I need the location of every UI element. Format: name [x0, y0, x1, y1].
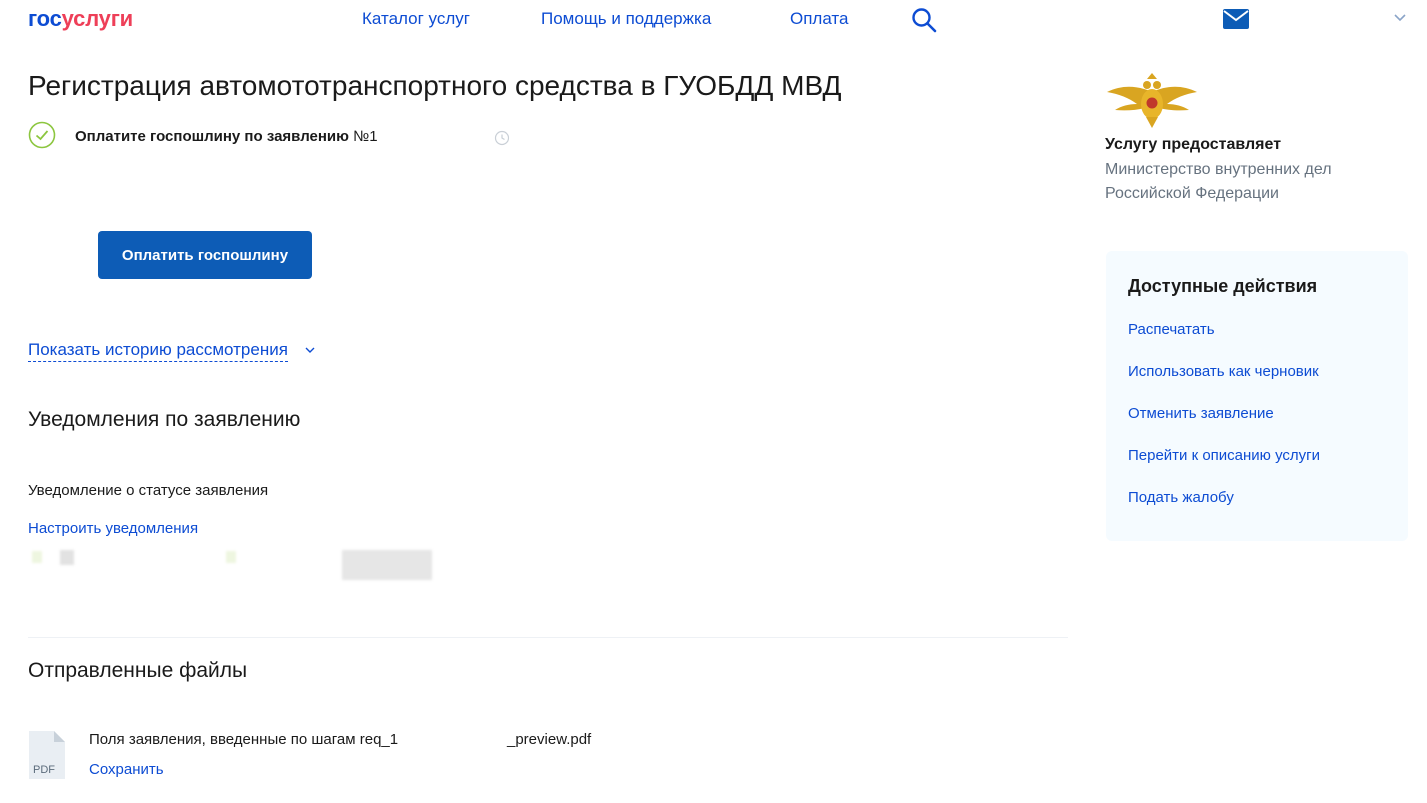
redacted-block: [226, 551, 236, 563]
provider-name: Министерство внутренних дел Российской Ф…: [1105, 161, 1332, 202]
sent-files-heading: Отправленные файлы: [28, 659, 248, 682]
check-circle-icon: [28, 121, 56, 149]
emblem-icon: [1107, 73, 1197, 128]
nav-payment[interactable]: Оплата: [790, 9, 848, 29]
nav-catalog[interactable]: Каталог услуг: [362, 9, 470, 29]
pdf-type-label: PDF: [33, 764, 55, 776]
logo-uslugi-text: услуги: [61, 6, 134, 31]
save-file-link[interactable]: Сохранить: [89, 761, 164, 778]
pdf-file-icon: PDF: [29, 731, 65, 779]
show-history-link[interactable]: Показать историю рассмотрения: [28, 340, 288, 362]
section-divider: [28, 637, 1068, 638]
action-go-to-service-description[interactable]: Перейти к описанию услуги: [1128, 447, 1320, 464]
action-cancel-application[interactable]: Отменить заявление: [1128, 405, 1274, 422]
redacted-block: [342, 550, 432, 580]
gosuslugi-logo[interactable]: госуслуги: [28, 6, 133, 32]
available-actions-panel: Доступные действия Распечатать Использов…: [1106, 251, 1408, 541]
search-icon[interactable]: [911, 7, 937, 33]
application-status: Оплатите госпошлину по заявлению №1: [75, 128, 378, 145]
status-bold-text: Оплатите госпошлину по заявлению: [75, 128, 349, 145]
configure-notifications-link[interactable]: Настроить уведомления: [28, 520, 198, 537]
pay-fee-button[interactable]: Оплатить госпошлину: [98, 231, 312, 279]
file-name-tail: _preview.pdf: [507, 731, 592, 748]
redacted-block: [32, 551, 42, 563]
clock-icon: [494, 130, 510, 146]
application-number: №1: [353, 128, 378, 145]
redacted-block: [60, 550, 74, 565]
available-actions-heading: Доступные действия: [1128, 276, 1318, 296]
mail-icon[interactable]: [1222, 8, 1250, 30]
nav-help[interactable]: Помощь и поддержка: [541, 9, 711, 29]
chevron-down-icon[interactable]: [1393, 13, 1407, 23]
notifications-heading: Уведомления по заявлению: [28, 408, 301, 431]
action-print[interactable]: Распечатать: [1128, 321, 1215, 338]
action-file-complaint[interactable]: Подать жалобу: [1128, 489, 1234, 506]
action-use-as-draft[interactable]: Использовать как черновик: [1128, 363, 1319, 380]
chevron-down-icon[interactable]: [304, 345, 316, 355]
provider-label: Услугу предоставляет: [1105, 136, 1282, 153]
logo-gos-text: гос: [28, 6, 62, 31]
notification-status-text: Уведомление о статусе заявления: [28, 482, 269, 499]
page-title: Регистрация автомототранспортного средст…: [28, 70, 842, 101]
file-name: Поля заявления, введенные по шагам req_1: [89, 731, 399, 748]
